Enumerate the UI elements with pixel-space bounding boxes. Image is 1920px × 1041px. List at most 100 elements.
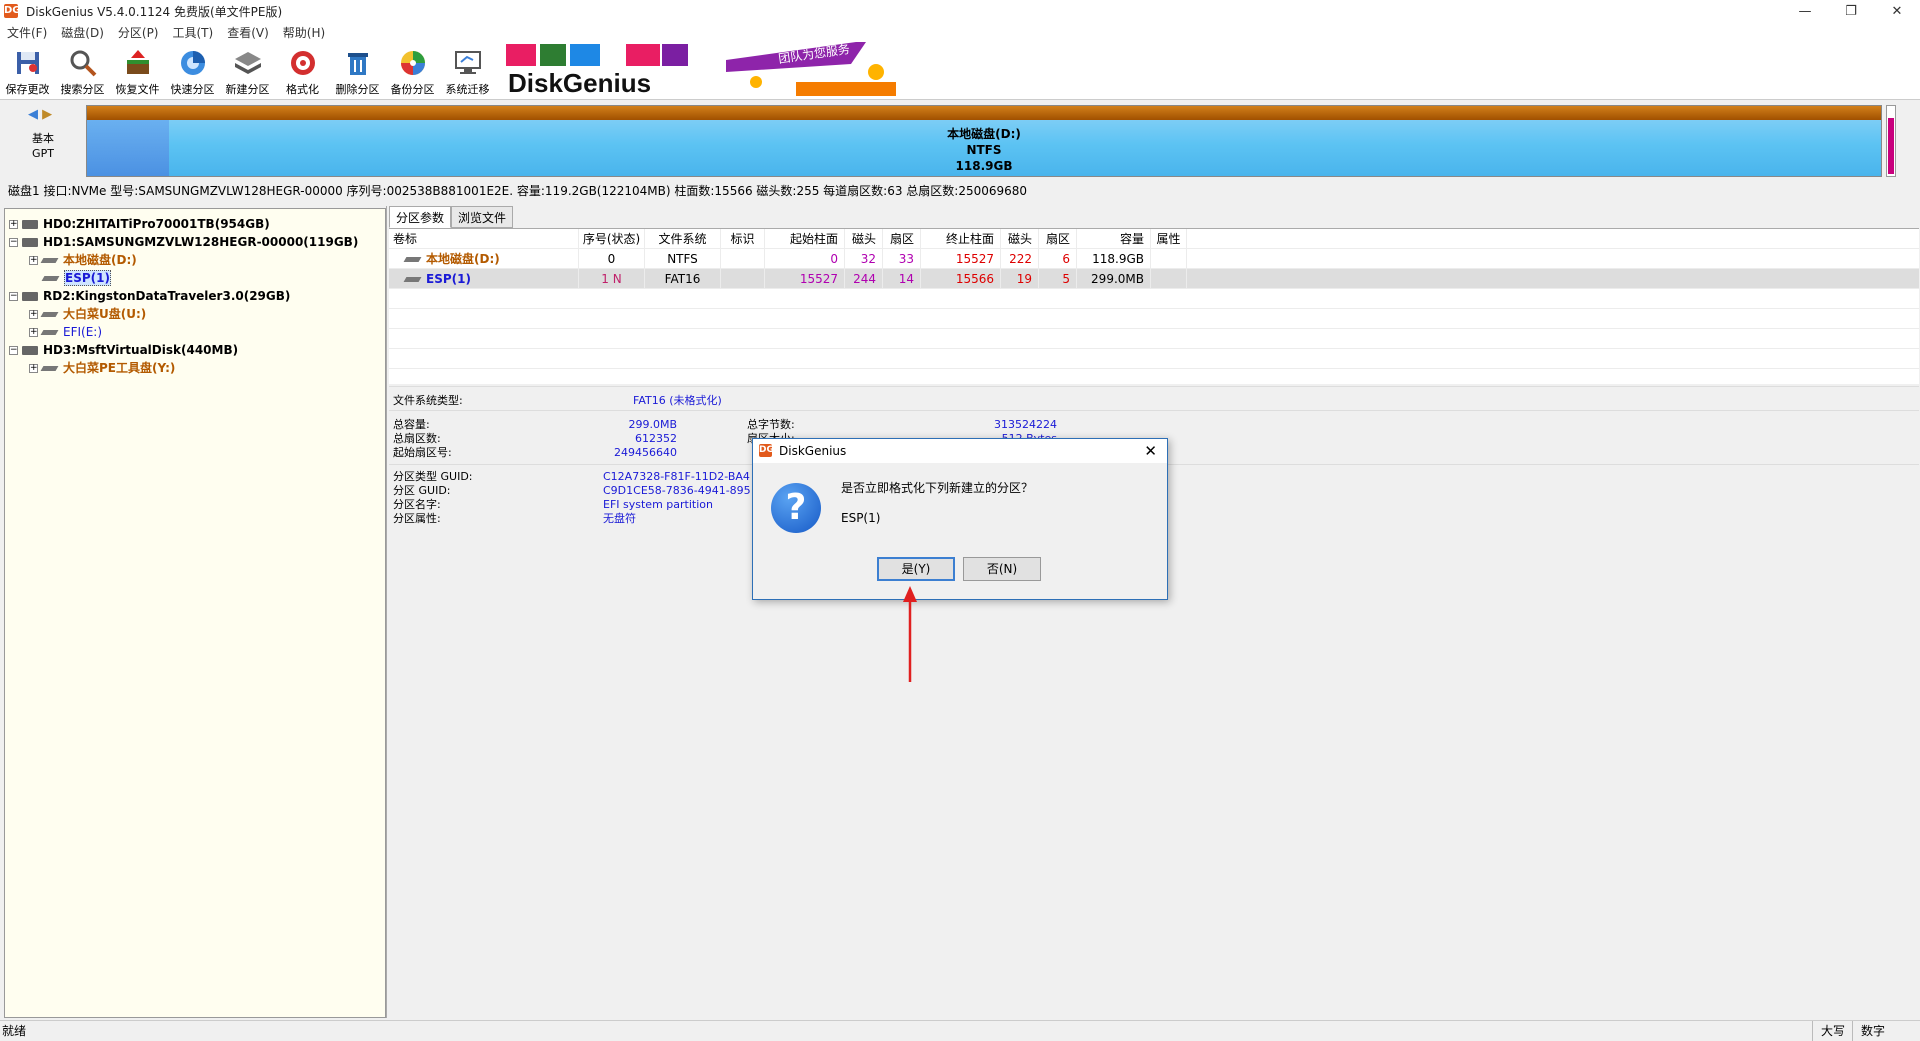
table-row-empty	[389, 309, 1919, 329]
partition-bar-header	[87, 106, 1881, 120]
col-sector: 扇区	[883, 229, 921, 249]
menu-file[interactable]: 文件(F)	[0, 24, 54, 41]
tree-part-esp[interactable]: ESP(1)	[41, 269, 111, 287]
new-partition-button[interactable]: 新建分区	[220, 45, 275, 97]
backup-partition-button[interactable]: 备份分区	[385, 45, 440, 97]
question-icon: ?	[771, 483, 821, 533]
save-changes-button[interactable]: 保存更改	[0, 45, 55, 97]
app-logo-icon: DG	[4, 4, 21, 18]
save-icon	[16, 52, 39, 74]
promo-banner[interactable]: DiskGenius 团队为您服务	[496, 42, 996, 98]
hdd-icon	[22, 238, 38, 247]
caps-indicator: 大写	[1812, 1021, 1845, 1041]
col-end-head: 磁头	[1001, 229, 1039, 249]
close-icon[interactable]: ✕	[1144, 439, 1157, 463]
partition-icon	[41, 276, 60, 281]
menu-partition[interactable]: 分区(P)	[111, 24, 166, 41]
banner-brand: DiskGenius	[508, 68, 652, 98]
disk-type: 基本 GPT	[32, 132, 54, 160]
collapse-icon[interactable]: −	[9, 292, 18, 301]
expand-icon[interactable]: +	[9, 220, 18, 229]
col-capacity: 容量	[1077, 229, 1151, 249]
recover-files-button[interactable]: 恢复文件	[110, 45, 165, 97]
col-start-cyl: 起始柱面	[765, 229, 845, 249]
yes-button[interactable]: 是(Y)	[877, 557, 955, 581]
tab-partition-params[interactable]: 分区参数	[389, 206, 452, 228]
no-button[interactable]: 否(N)	[963, 557, 1041, 581]
usb-disk-icon	[22, 292, 38, 301]
status-text: 就绪	[2, 1024, 27, 1038]
col-label: 卷标	[389, 229, 579, 249]
disk-nav: ◀ ▶	[28, 107, 52, 122]
search-icon	[70, 50, 96, 77]
format-confirm-dialog: DG DiskGenius ✕ ? 是否立即格式化下列新建立的分区？ ESP(1…	[752, 438, 1168, 600]
col-end-sector: 扇区	[1039, 229, 1077, 249]
disk-tree: + HD0:ZHITAITiPro70001TB(954GB) − HD1:SAMS…	[4, 208, 386, 1018]
tab-browse-files[interactable]: 浏览文件	[451, 206, 514, 228]
tree-disk-hd1[interactable]: − HD1:SAMSUNGMZVLW128HEGR-00000(119GB)	[9, 233, 358, 251]
menu-disk[interactable]: 磁盘(D)	[54, 24, 111, 41]
partition-icon	[40, 258, 59, 263]
dialog-title: DiskGenius	[779, 444, 847, 458]
menu-bar: 文件(F) 磁盘(D) 分区(P) 工具(T) 查看(V) 帮助(H)	[0, 22, 1920, 42]
delete-icon	[347, 53, 368, 75]
prev-disk-icon[interactable]: ◀	[28, 107, 38, 122]
close-icon[interactable]: ✕	[1874, 0, 1920, 22]
table-row-empty	[389, 329, 1919, 349]
toolbar: 保存更改 搜索分区 恢复文件 快速分区 新建分区 格式化 删除分区 备份分区 系…	[0, 42, 1920, 100]
system-migration-button[interactable]: 系统迁移	[440, 45, 495, 97]
hdd-icon	[22, 220, 38, 229]
expand-icon[interactable]: +	[29, 256, 38, 265]
menu-help[interactable]: 帮助(H)	[276, 24, 332, 41]
delete-partition-button[interactable]: 删除分区	[330, 45, 385, 97]
tree-part-u[interactable]: + 大白菜U盘(U:)	[29, 305, 146, 323]
expand-icon[interactable]: +	[29, 364, 38, 373]
table-row[interactable]: 本地磁盘(D:) 0 NTFS 0 32 33 15527 222 6 118.…	[389, 249, 1919, 269]
next-disk-icon[interactable]: ▶	[42, 107, 52, 122]
tree-disk-hd3[interactable]: − HD3:MsftVirtualDisk(440MB)	[9, 341, 238, 359]
partition-table: 卷标 序号(状态) 文件系统 标识 起始柱面 磁头 扇区 终止柱面 磁头 扇区 …	[389, 228, 1919, 384]
partition-bar-label: 本地磁盘(D:) NTFS 118.9GB	[947, 127, 1021, 173]
col-index: 序号(状态)	[579, 229, 645, 249]
expand-icon[interactable]: +	[29, 310, 38, 319]
status-bar: 就绪 大写 数字	[0, 1020, 1920, 1041]
table-row-empty	[389, 349, 1919, 369]
table-row-empty	[389, 289, 1919, 309]
search-partition-button[interactable]: 搜索分区	[55, 45, 110, 97]
partition-icon	[403, 257, 422, 262]
menu-tools[interactable]: 工具(T)	[166, 24, 221, 41]
collapse-icon[interactable]: −	[9, 346, 18, 355]
collapse-icon[interactable]: −	[9, 238, 18, 247]
tree-disk-rd2[interactable]: − RD2:KingstonDataTraveler3.0(29GB)	[9, 287, 290, 305]
format-icon	[290, 51, 315, 75]
title-bar: DG DiskGenius V5.4.0.1124 免费版(单文件PE版) — …	[0, 0, 1920, 22]
backup-icon	[400, 51, 425, 75]
menu-view[interactable]: 查看(V)	[220, 24, 276, 41]
partition-icon	[40, 312, 59, 317]
tree-part-e[interactable]: + EFI(E:)	[29, 323, 102, 341]
recover-icon	[126, 50, 149, 74]
tree-disk-hd0[interactable]: + HD0:ZHITAITiPro70001TB(954GB)	[9, 215, 270, 233]
partition-bar[interactable]: 本地磁盘(D:) NTFS 118.9GB	[86, 105, 1882, 177]
dialog-partition-name: ESP(1)	[841, 511, 881, 525]
tree-part-d[interactable]: + 本地磁盘(D:)	[29, 251, 137, 269]
col-fs: 文件系统	[645, 229, 721, 249]
partition-panel: 分区参数 浏览文件 卷标 序号(状态) 文件系统 标识 起始柱面 磁头 扇区 终…	[386, 206, 1920, 1018]
col-attr: 属性	[1151, 229, 1187, 249]
tree-part-y[interactable]: + 大白菜PE工具盘(Y:)	[29, 359, 175, 377]
expand-icon[interactable]: +	[29, 328, 38, 337]
restore-icon[interactable]: ❐	[1828, 0, 1874, 22]
table-header: 卷标 序号(状态) 文件系统 标识 起始柱面 磁头 扇区 终止柱面 磁头 扇区 …	[389, 229, 1919, 249]
quick-partition-button[interactable]: 快速分区	[165, 45, 220, 97]
disk-info-line: 磁盘1 接口:NVMe 型号:SAMSUNGMZVLW128HEGR-00000…	[0, 180, 1920, 202]
window-title: DiskGenius V5.4.0.1124 免费版(单文件PE版)	[26, 4, 283, 19]
table-row[interactable]: ESP(1) 1 N FAT16 15527 244 14 15566 19 5…	[389, 269, 1919, 289]
num-indicator: 数字	[1852, 1021, 1885, 1041]
format-button[interactable]: 格式化	[275, 45, 330, 97]
disk-map-scrollbar[interactable]	[1886, 105, 1896, 177]
tab-strip: 分区参数 浏览文件	[389, 206, 514, 228]
minimize-icon[interactable]: —	[1782, 0, 1828, 22]
col-id: 标识	[721, 229, 765, 249]
migrate-icon	[454, 51, 481, 74]
new-partition-icon	[234, 52, 261, 74]
